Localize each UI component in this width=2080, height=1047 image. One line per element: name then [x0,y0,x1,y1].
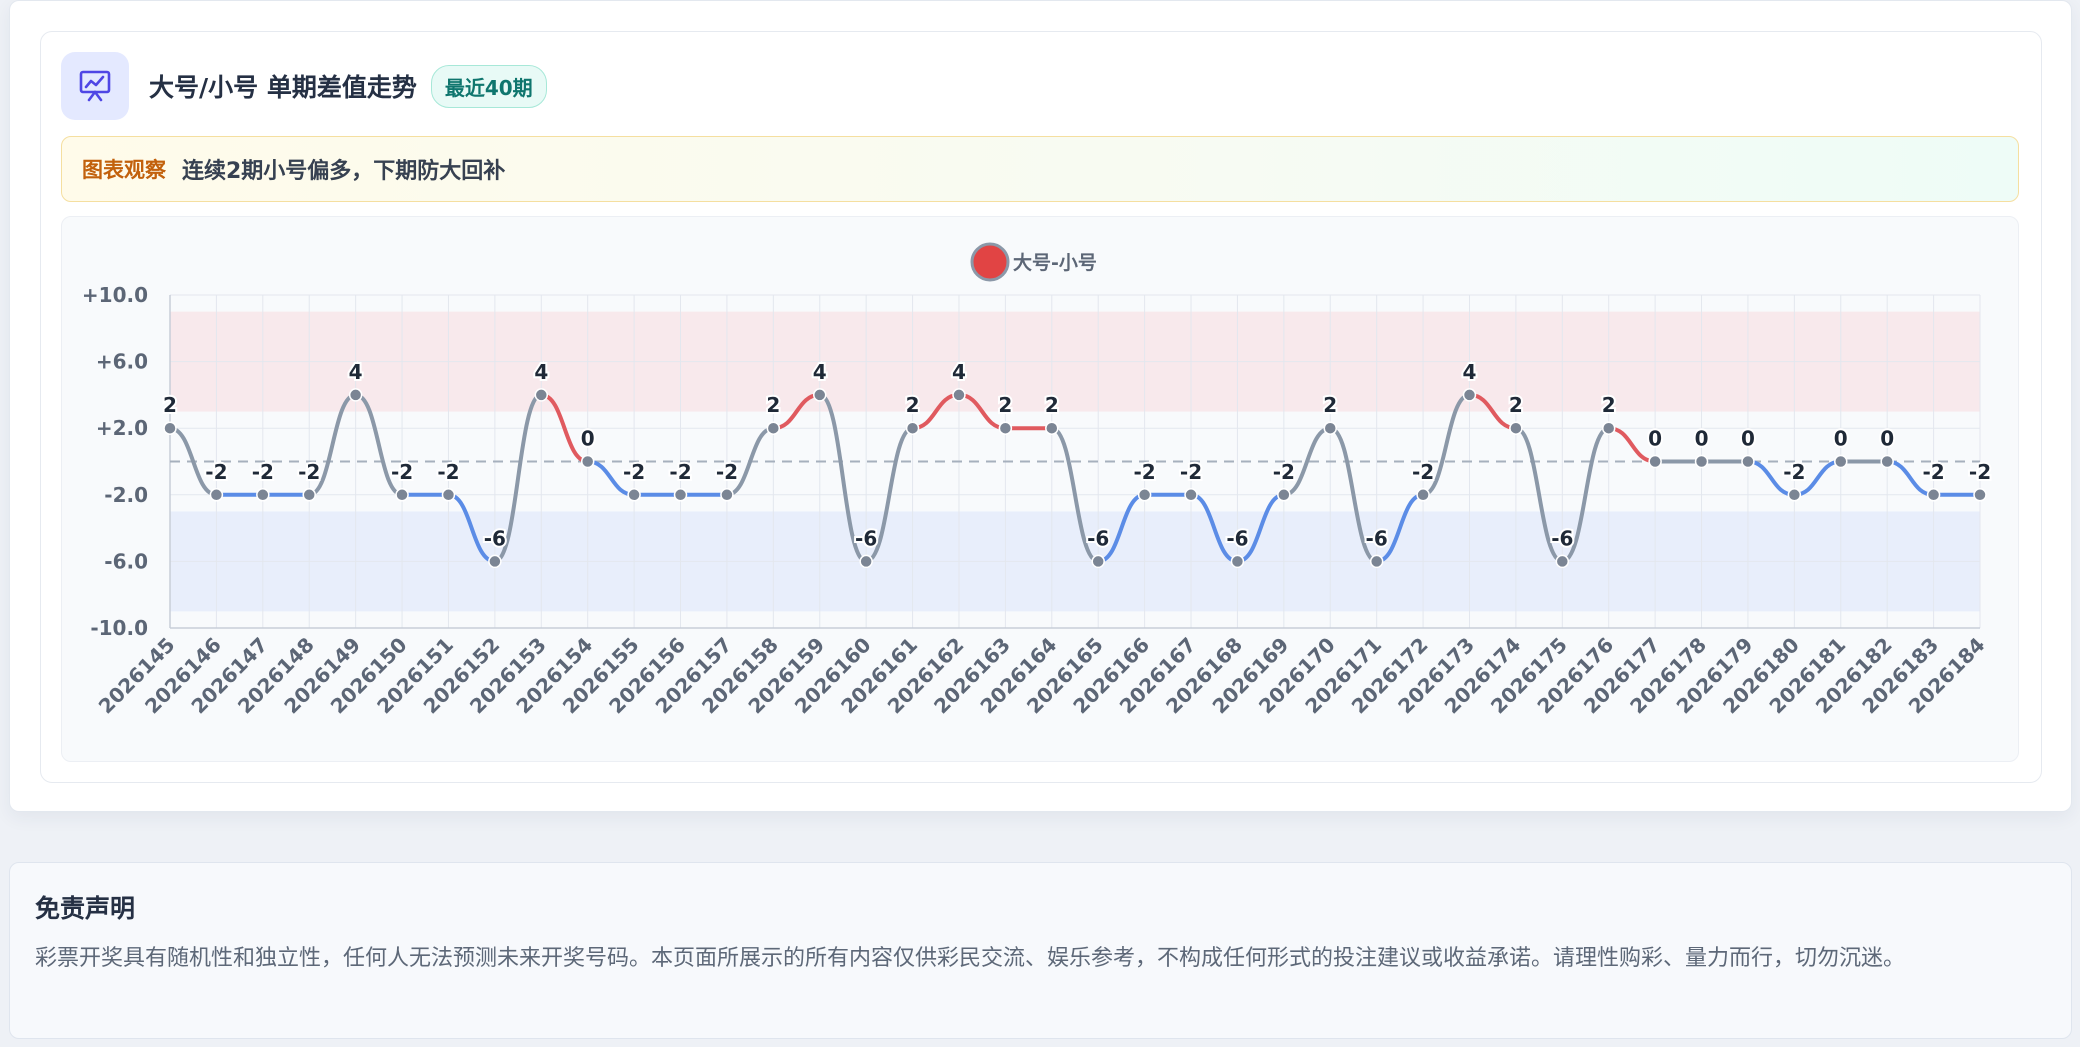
data-label: -2 [1969,460,1991,484]
data-label: -2 [391,460,413,484]
data-label: 4 [813,360,827,384]
data-point [1277,488,1291,502]
data-point [720,488,734,502]
data-point [1834,454,1848,469]
data-label: -6 [1551,526,1573,550]
data-point [952,388,966,402]
legend-label: 大号-小号 [1013,251,1097,274]
disclaimer-panel: 免责声明 彩票开奖具有随机性和独立性，任何人无法预测未来开奖号码。本页面所展示的… [9,862,2072,1039]
data-point [395,488,409,502]
data-label: 0 [1648,427,1662,451]
data-point [1045,421,1059,435]
data-label: 0 [581,427,595,451]
data-point [1601,421,1616,435]
y-tick-label: -10.0 [90,616,148,640]
data-point [1787,488,1802,502]
data-point [766,421,781,435]
data-label: -2 [1134,460,1156,484]
data-label: 2 [1509,393,1523,417]
data-label: -2 [1922,460,1944,484]
y-tick-label: -6.0 [104,549,148,573]
chart-panel: 大号/小号 单期差值走势 最近40期 图表观察 连续2期小号偏多，下期防大回补 … [9,0,2072,812]
data-label: 4 [1463,360,1477,384]
chart-card: 大号/小号 单期差值走势 最近40期 图表观察 连续2期小号偏多，下期防大回补 … [40,31,2042,783]
chart-area: +10.0 +6.0 +2.0 -2.0 -6.0 -10.0 2 -2 -2 -2 4 -2 -2 -6… [61,216,2019,762]
data-point [441,488,456,502]
data-point [209,488,224,502]
y-tick-label: +6.0 [96,350,148,374]
data-label: 2 [1045,393,1059,417]
data-label: 2 [766,393,780,417]
data-point [488,554,502,569]
data-point [1973,488,1987,502]
data-point [1137,488,1152,502]
data-label: 4 [349,360,363,384]
disclaimer-text: 彩票开奖具有随机性和独立性，任何人无法预测未来开奖号码。本页面所展示的所有内容仅… [35,946,1906,971]
data-point [1091,554,1105,569]
data-label: 0 [1834,427,1848,451]
data-point [580,454,595,469]
legend-marker [970,242,1010,282]
data-point [1230,554,1245,569]
data-point [998,421,1013,435]
data-label: 2 [906,393,920,417]
data-label: 0 [1695,427,1709,451]
data-point [1694,454,1709,469]
data-label: -2 [252,460,274,484]
data-label: -2 [1783,460,1805,484]
data-label: -6 [1226,526,1248,550]
data-point [348,388,363,402]
data-point [812,388,827,402]
data-label: -2 [298,460,320,484]
data-label: 4 [534,360,548,384]
data-point [1462,388,1477,402]
data-label: 2 [163,393,177,417]
data-label: 0 [1880,427,1894,451]
data-point [1880,454,1894,469]
data-point [627,488,641,502]
y-tick-label: +2.0 [96,416,148,440]
data-label: -2 [669,460,691,484]
y-tick-label: -2.0 [104,483,148,507]
y-tick-label: +10.0 [82,283,148,307]
data-label: 2 [998,393,1012,417]
data-point [1741,454,1755,469]
data-point [163,421,177,435]
data-label: -2 [437,460,459,484]
data-point [302,488,316,502]
data-label: -2 [1180,460,1202,484]
diff-trend-chart: +10.0 +6.0 +2.0 -2.0 -6.0 -10.0 2 -2 -2 -2 4 -2 -2 -6… [82,242,1993,718]
data-label: 0 [1741,427,1755,451]
data-label: -2 [1412,460,1434,484]
data-point [859,554,873,569]
data-label: -2 [1273,460,1295,484]
data-label: -6 [484,526,506,550]
data-label: -2 [623,460,645,484]
data-label: 2 [1602,393,1616,417]
data-point [1184,488,1198,502]
data-label: 2 [1323,393,1337,417]
data-point [1926,488,1941,502]
data-label: -6 [1087,526,1109,550]
data-point [1416,488,1430,502]
data-label: -6 [1366,526,1388,550]
data-point [905,421,920,435]
data-point [1369,554,1384,569]
data-label: -2 [205,460,227,484]
data-point [1323,421,1338,435]
data-point [673,488,688,502]
data-point [1555,554,1570,569]
data-point [1648,454,1662,469]
disclaimer-title: 免责声明 [35,894,136,923]
data-point [256,488,270,502]
data-point [534,388,549,402]
data-label: 4 [952,360,966,384]
data-point [1509,421,1523,435]
data-label: -2 [716,460,738,484]
data-label: -6 [855,526,877,550]
